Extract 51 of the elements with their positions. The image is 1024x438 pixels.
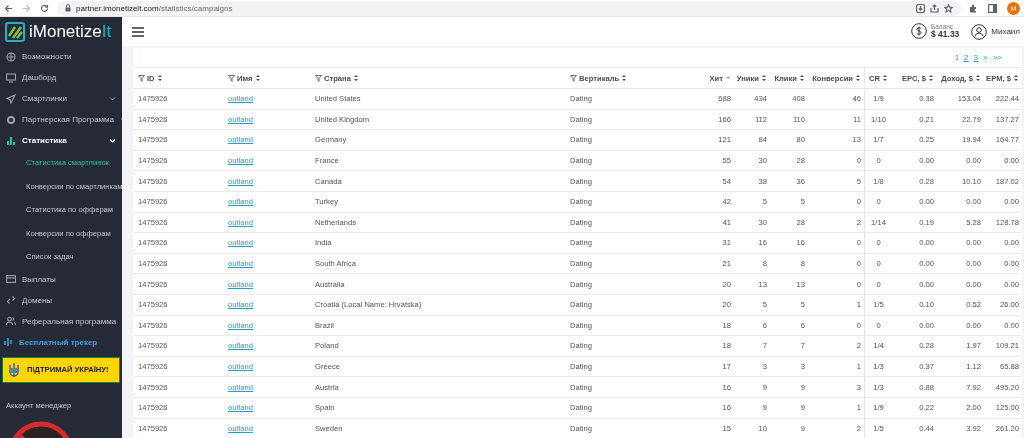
filter-icon[interactable] <box>570 74 577 82</box>
sort-icon[interactable] <box>621 74 628 82</box>
globe-icon <box>6 51 16 62</box>
sidebar-item[interactable]: Домены <box>0 289 122 311</box>
menu-button[interactable] <box>132 26 144 37</box>
dollar-icon <box>911 23 927 40</box>
filter-icon[interactable] <box>228 74 235 82</box>
user-icon <box>971 23 988 40</box>
menu-icon <box>132 26 144 37</box>
trident-icon <box>9 361 19 378</box>
sidebar-item[interactable]: Бесплатный трекер <box>0 331 122 353</box>
share-icon[interactable] <box>930 3 939 13</box>
sort-icon[interactable] <box>882 74 888 82</box>
download-icon[interactable] <box>916 3 925 13</box>
back-arrow-icon[interactable] <box>4 3 13 13</box>
target-icon <box>6 114 16 125</box>
filter-icon[interactable] <box>315 74 322 82</box>
logo-icon <box>5 21 25 42</box>
lock-icon <box>65 4 71 12</box>
monitor-icon <box>6 72 16 83</box>
address-bar[interactable]: partner.imonetizeit.com/statistics/campaigns <box>57 0 961 16</box>
sort-icon[interactable] <box>928 74 934 82</box>
filter-icon[interactable] <box>138 74 145 82</box>
sort-icon[interactable] <box>1013 74 1019 82</box>
bars-icon <box>3 337 13 347</box>
star-icon[interactable] <box>944 3 953 13</box>
bar-chart-icon <box>6 135 16 146</box>
sidebar-item[interactable]: Реферальная программа <box>0 310 122 332</box>
card-icon <box>6 274 16 284</box>
side-panel-icon[interactable] <box>988 3 997 13</box>
paper-plane-icon <box>6 93 16 104</box>
sort-icon[interactable] <box>855 74 861 82</box>
sidebar-item[interactable]: Дашборд <box>0 67 122 88</box>
sidebar-item[interactable]: Статистика <box>0 130 122 151</box>
balance-amount: $ 41.33 <box>931 30 960 40</box>
reload-icon[interactable] <box>40 3 49 13</box>
sidebar-item[interactable]: Выплаты <box>0 268 122 290</box>
sort-icon[interactable] <box>799 74 805 82</box>
sort-icon[interactable] <box>352 74 359 82</box>
puzzle-icon[interactable] <box>969 3 978 13</box>
user-name[interactable]: Михаил <box>991 27 1020 36</box>
sidebar-item[interactable]: Смартлинки <box>0 88 122 109</box>
url-text: partner.imonetizeit.com/statistics/campaigns <box>76 3 233 13</box>
people-icon <box>6 316 16 326</box>
sidebar-item[interactable]: Возможности <box>0 46 122 67</box>
sort-icon[interactable] <box>156 74 163 82</box>
sort-icon[interactable] <box>975 74 981 82</box>
sort-icon[interactable] <box>254 74 261 82</box>
sort-icon[interactable] <box>761 74 767 82</box>
page-link[interactable]: 1 <box>954 53 960 62</box>
logo-text: iMonetizeIt <box>29 21 112 42</box>
